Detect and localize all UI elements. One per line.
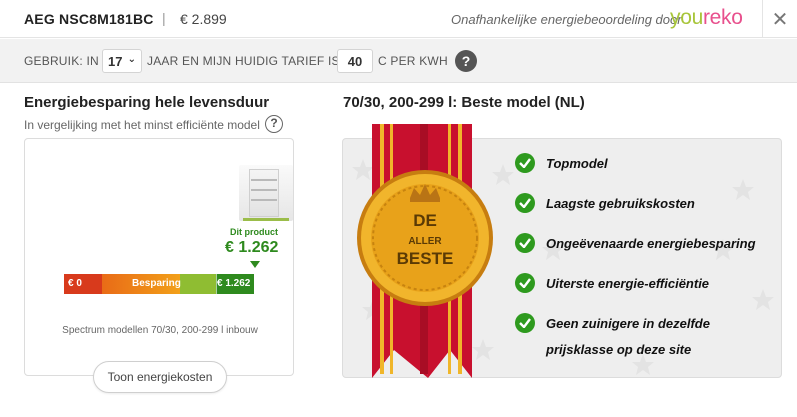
badge-line-beste: BESTE — [397, 249, 454, 268]
bar-max-label: € 1.262 — [217, 278, 251, 289]
check-icon — [515, 233, 535, 253]
years-value: 17 — [108, 54, 123, 69]
tariff-unit-label: C PER KWH — [378, 54, 448, 68]
check-icon — [515, 273, 535, 293]
best-badge: DE ALLER BESTE — [357, 124, 493, 378]
fridge-base — [243, 218, 289, 221]
tariff-input[interactable]: 40 — [337, 49, 373, 73]
chevron-down-icon: ⌄ — [127, 54, 136, 65]
spectrum-caption: Spectrum modellen 70/30, 200-299 l inbou… — [62, 325, 258, 336]
help-icon[interactable]: ? — [455, 50, 477, 72]
savings-subtitle: In vergelijking met het minst efficiënte… — [24, 118, 260, 132]
years-select[interactable]: 17 ⌄ — [102, 49, 142, 73]
check-icon — [515, 313, 535, 333]
feature-label: Ongeëvenaarde energiebesparing — [546, 236, 756, 251]
years-label: JAAR EN MIJN HUIDIG TARIEF IS — [147, 54, 340, 68]
settings-bar: GEBRUIK: IN 17 ⌄ JAAR EN MIJN HUIDIG TAR… — [0, 39, 797, 83]
product-name: AEG NSC8M181BC — [24, 11, 154, 27]
best-model-title: 70/30, 200-299 l: Beste model (NL) — [343, 94, 585, 111]
feature-label: Laagste gebruikskosten — [546, 196, 695, 211]
show-energy-costs-button[interactable]: Toon energiekosten — [93, 361, 227, 393]
logo-part-you: you — [670, 6, 703, 29]
fridge-door — [249, 169, 279, 217]
badge-line-aller: ALLER — [408, 236, 442, 247]
bar-min-label: € 0 — [68, 278, 82, 289]
bar-middle-label: Besparing — [132, 278, 181, 289]
fridge-shelf — [251, 189, 277, 191]
logo-part-reko: reko — [702, 6, 743, 29]
product-marker-label: Dit product — [230, 227, 278, 237]
check-icon — [515, 153, 535, 173]
fridge-image — [239, 165, 293, 221]
fridge-shelf — [251, 199, 277, 201]
top-bar: AEG NSC8M181BC | € 2.899 Onafhankelijke … — [0, 0, 797, 38]
header-tagline: Onafhankelijke energiebeoordeling door — [451, 12, 682, 27]
feature-label: Geen zuinigere in dezelfde — [546, 316, 710, 331]
close-icon: ✕ — [771, 8, 789, 31]
close-button[interactable]: ✕ — [762, 0, 797, 38]
feature-label: Uiterste energie-efficiëntie — [546, 276, 710, 291]
feature-label: Topmodel — [546, 156, 608, 171]
usage-label: GEBRUIK: IN — [24, 54, 99, 68]
bar-segment-lightgreen — [180, 274, 216, 294]
fridge-shelf — [251, 179, 277, 181]
badge-line-de: DE — [413, 211, 437, 230]
check-icon — [515, 193, 535, 213]
youreko-logo[interactable]: youreko — [670, 6, 743, 30]
marker-arrow-icon — [250, 261, 260, 268]
savings-card: Dit product € 1.262 € 0 Besparing € 1.26… — [24, 138, 294, 376]
header-separator: | — [162, 10, 166, 26]
question-icon[interactable]: ? — [265, 115, 283, 133]
savings-title: Energiebesparing hele levensduur — [24, 94, 270, 111]
feature-label-continued: prijsklasse op deze site — [546, 342, 692, 357]
product-savings-value: € 1.262 — [225, 239, 279, 256]
product-price: € 2.899 — [180, 11, 227, 27]
